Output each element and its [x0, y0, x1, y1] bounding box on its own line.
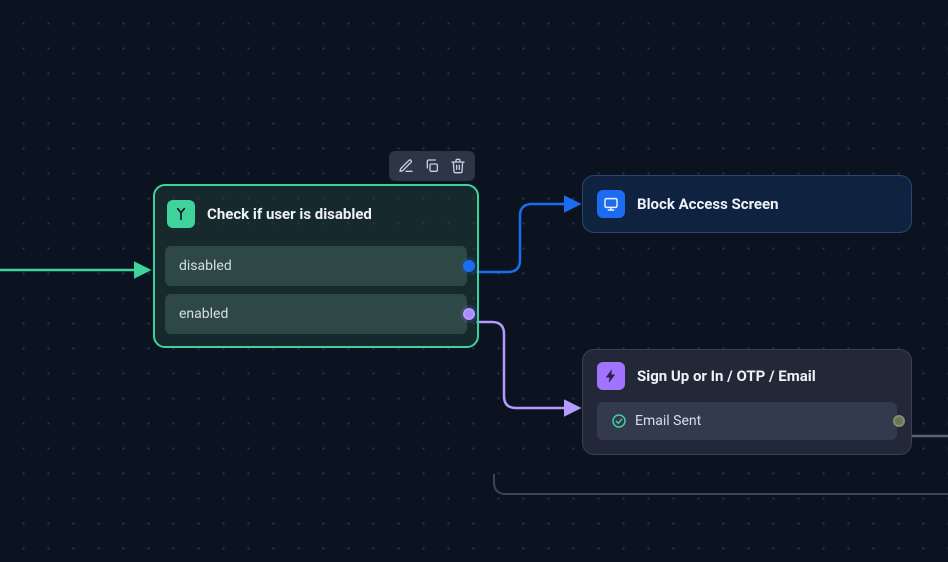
condition-node[interactable]: Check if user is disabled disabled enabl…: [153, 184, 479, 348]
pencil-icon: [398, 158, 414, 174]
signup-status-label: Email Sent: [635, 413, 701, 429]
signup-node-title: Sign Up or In / OTP / Email: [637, 367, 816, 385]
block-access-node[interactable]: Block Access Screen: [582, 175, 912, 233]
branch-label: disabled: [179, 258, 232, 274]
output-port-enabled[interactable]: [463, 308, 475, 320]
branch-enabled[interactable]: enabled: [165, 294, 467, 334]
copy-icon: [424, 158, 440, 174]
flow-canvas[interactable]: Check if user is disabled disabled enabl…: [0, 0, 948, 562]
condition-node-title: Check if user is disabled: [207, 205, 372, 223]
edit-button[interactable]: [397, 157, 415, 175]
copy-button[interactable]: [423, 157, 441, 175]
trash-icon: [450, 158, 466, 174]
signup-node-header: Sign Up or In / OTP / Email: [597, 362, 897, 402]
condition-node-header: Check if user is disabled: [165, 196, 467, 238]
branch-label: enabled: [179, 306, 228, 322]
branch-disabled[interactable]: disabled: [165, 246, 467, 286]
output-port-email-sent[interactable]: [893, 415, 905, 427]
node-toolbar: [389, 151, 475, 181]
bolt-icon: [597, 362, 625, 390]
block-access-title: Block Access Screen: [637, 195, 779, 213]
output-port-disabled[interactable]: [463, 260, 475, 272]
signup-node[interactable]: Sign Up or In / OTP / Email Email Sent: [582, 349, 912, 455]
delete-button[interactable]: [449, 157, 467, 175]
signup-status-row[interactable]: Email Sent: [597, 402, 897, 440]
screen-icon: [597, 190, 625, 218]
check-circle-icon: [611, 413, 627, 429]
branch-icon: [167, 200, 195, 228]
